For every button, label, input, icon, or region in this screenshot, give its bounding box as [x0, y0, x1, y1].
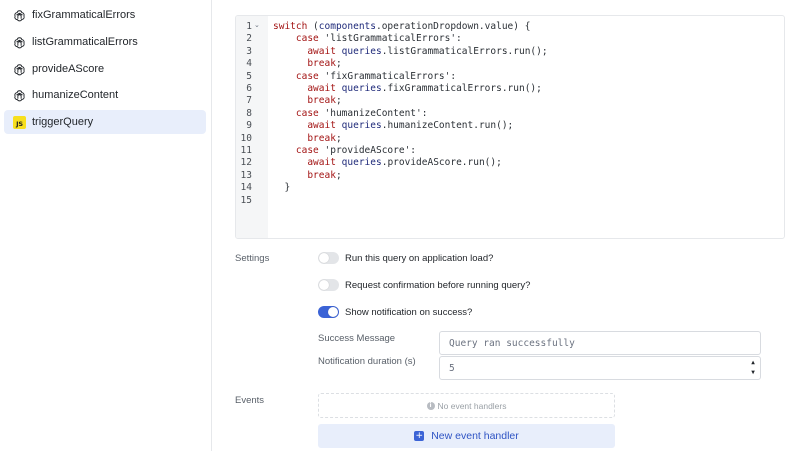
plus-icon: +	[414, 431, 425, 441]
line-number: 12	[240, 157, 252, 169]
new-event-handler-button[interactable]: + New event handler	[318, 424, 615, 448]
code-line: switch (components.operationDropdown.val…	[273, 21, 531, 32]
openai-icon	[13, 9, 26, 22]
info-icon: i	[426, 401, 435, 410]
line-number: 11	[240, 145, 252, 156]
code-line: case 'listGrammaticalErrors':	[295, 33, 462, 45]
show-notification-toggle[interactable]	[318, 306, 339, 318]
line-number: 15	[240, 194, 252, 206]
show-notification-label: Show notification on success?	[345, 306, 473, 318]
code-line: case 'humanizeContent':	[295, 107, 428, 119]
events-label: Events	[235, 395, 265, 406]
line-number: 5	[246, 70, 252, 82]
success-message-placeholder: Query ran successfully	[449, 337, 575, 349]
request-confirmation-label: Request confirmation before running quer…	[345, 279, 531, 291]
code-line: case 'provideAScore':	[295, 145, 417, 156]
code-line: break;	[307, 95, 342, 107]
query-item-fixGrammaticalErrors[interactable]: fixGrammaticalErrors	[4, 3, 206, 27]
run-on-load-toggle[interactable]	[318, 252, 339, 264]
code-line: await queries.listGrammaticalErrors.run(…	[307, 45, 548, 57]
number-stepper[interactable]: ▲ ▼	[748, 359, 758, 377]
query-item-provideAScore[interactable]: provideAScore	[4, 57, 206, 81]
query-list-sidebar: fixGrammaticalErrors listGrammaticalErro…	[0, 0, 212, 451]
query-item-label: humanizeContent	[32, 89, 119, 101]
query-item-listGrammaticalErrors[interactable]: listGrammaticalErrors	[4, 30, 206, 54]
line-number: 13	[240, 169, 252, 181]
code-line: await queries.fixGrammaticalErrors.run()…	[307, 83, 542, 94]
query-item-humanizeContent[interactable]: humanizeContent	[4, 83, 206, 107]
code-line: }	[273, 182, 291, 194]
request-confirmation-toggle[interactable]	[318, 279, 339, 291]
new-event-handler-label: New event handler	[431, 430, 519, 442]
no-event-handlers-text: No event handlers	[437, 400, 507, 411]
request-confirmation-row: Request confirmation before running quer…	[318, 278, 530, 292]
success-message-input[interactable]: Query ran successfully	[439, 331, 761, 355]
line-number: 2	[246, 33, 252, 45]
query-item-label: fixGrammaticalErrors	[32, 9, 136, 21]
stepper-up-icon[interactable]: ▲	[751, 359, 755, 367]
line-number: 1	[246, 21, 252, 32]
line-number: 9	[246, 120, 252, 132]
query-item-label: provideAScore	[32, 63, 105, 75]
line-number: 10	[240, 132, 252, 144]
query-item-label: triggerQuery	[32, 116, 94, 128]
query-item-label: listGrammaticalErrors	[32, 36, 138, 48]
code-line: break;	[307, 169, 342, 181]
settings-label: Settings	[235, 253, 270, 264]
js-badge: JS	[13, 115, 26, 129]
openai-icon	[13, 36, 26, 49]
run-on-load-row: Run this query on application load?	[318, 251, 493, 265]
event-handlers-empty-state: i No event handlers	[318, 393, 615, 418]
line-number: 6	[246, 83, 252, 94]
notification-duration-label: Notification duration (s)	[318, 356, 416, 367]
code-line: await queries.humanizeContent.run();	[307, 120, 514, 132]
code-editor[interactable]: ⌄ 1 2 3 4 5 6 7 8 9 10 11 12 13 14 15 switch (componen…	[235, 15, 785, 239]
notification-duration-input[interactable]: 5 ▲ ▼	[439, 356, 761, 380]
query-item-triggerQuery[interactable]: JS triggerQuery	[4, 110, 206, 134]
run-on-load-label: Run this query on application load?	[345, 252, 494, 264]
success-message-label: Success Message	[318, 333, 396, 344]
notification-duration-value: 5	[449, 362, 455, 374]
line-number: 8	[246, 107, 252, 119]
fold-chevron-icon[interactable]: ⌄	[254, 21, 260, 29]
line-number: 7	[246, 95, 252, 107]
line-number: 14	[240, 182, 252, 194]
line-number: 3	[246, 45, 252, 57]
js-icon: JS	[13, 115, 26, 129]
openai-icon	[13, 63, 26, 76]
code-line: case 'fixGrammaticalErrors':	[295, 70, 457, 82]
stepper-down-icon[interactable]: ▼	[751, 369, 755, 377]
code-line: await queries.provideAScore.run();	[307, 157, 502, 169]
code-line: break;	[307, 132, 342, 144]
openai-icon	[13, 89, 26, 102]
show-notification-row: Show notification on success?	[318, 305, 472, 319]
code-line: break;	[307, 58, 342, 70]
line-number: 4	[246, 58, 252, 70]
